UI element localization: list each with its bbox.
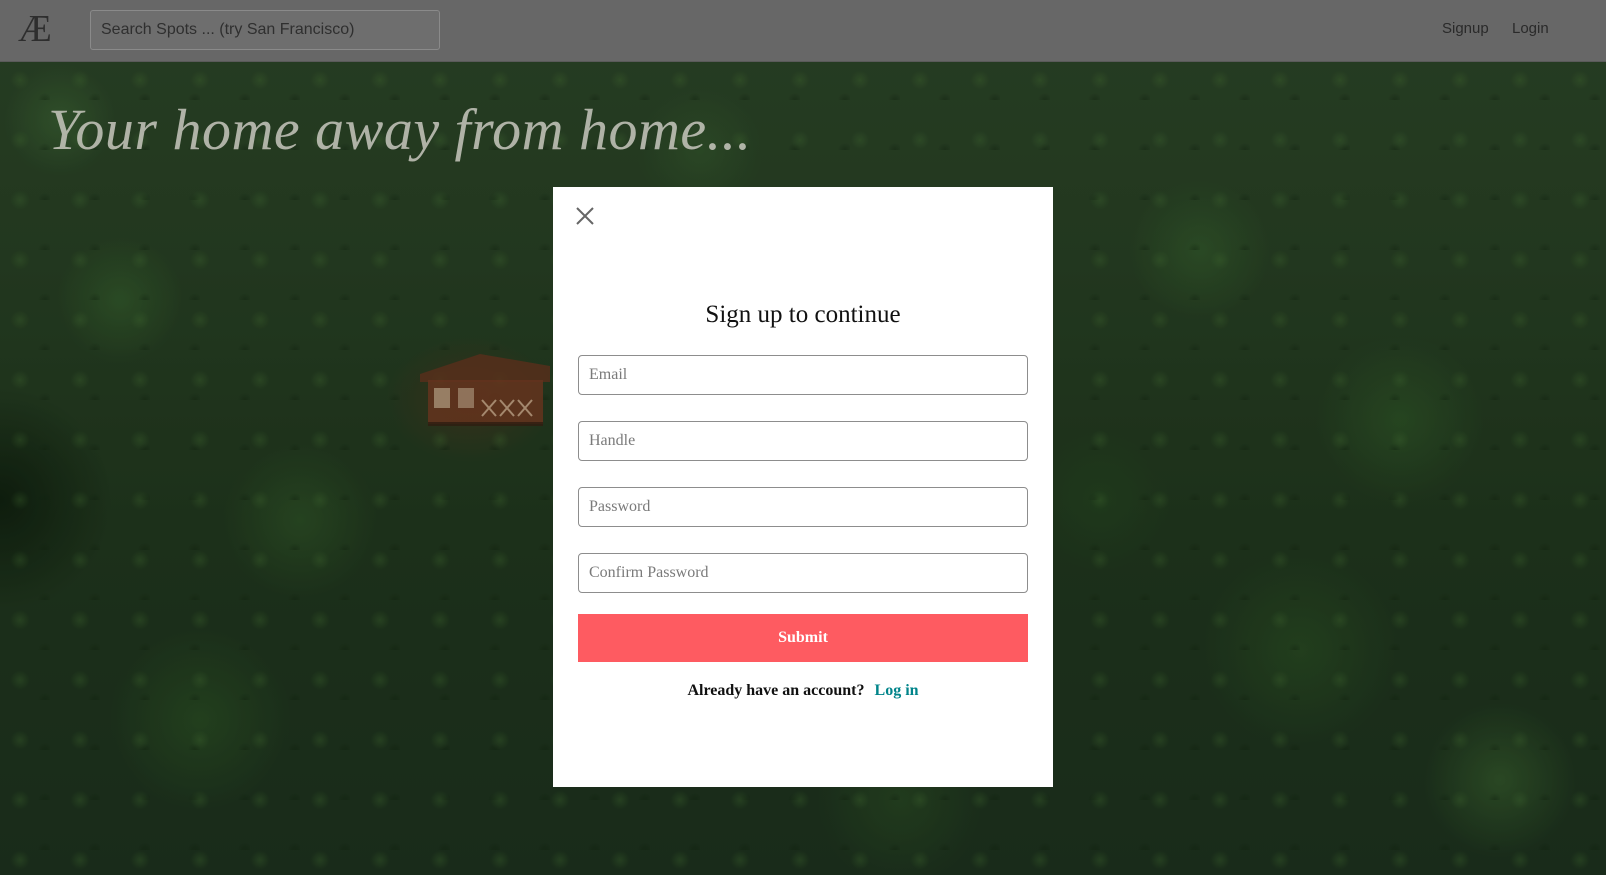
signup-link[interactable]: Signup [1442,20,1489,37]
close-icon [576,207,594,225]
top-navbar: Æ Signup Login [0,0,1606,62]
email-field[interactable] [578,355,1028,395]
confirm-password-field[interactable] [578,553,1028,593]
login-link[interactable]: Login [1512,20,1549,37]
password-field[interactable] [578,487,1028,527]
hero-tagline: Your home away from home... [48,97,752,162]
logo[interactable]: Æ [18,9,52,49]
page: Your home away from home... Æ Signup Log… [0,0,1606,875]
login-switch-prompt: Already have an account? [687,682,865,699]
submit-button[interactable]: Submit [578,614,1028,662]
signup-modal: Sign up to continue Submit Already have … [553,187,1053,787]
handle-field[interactable] [578,421,1028,461]
modal-title: Sign up to continue [705,301,901,328]
close-button[interactable] [573,204,597,228]
search-input[interactable] [90,10,440,50]
login-switch-row: Already have an account? Log in [553,682,1053,700]
login-switch-link[interactable]: Log in [875,682,919,699]
